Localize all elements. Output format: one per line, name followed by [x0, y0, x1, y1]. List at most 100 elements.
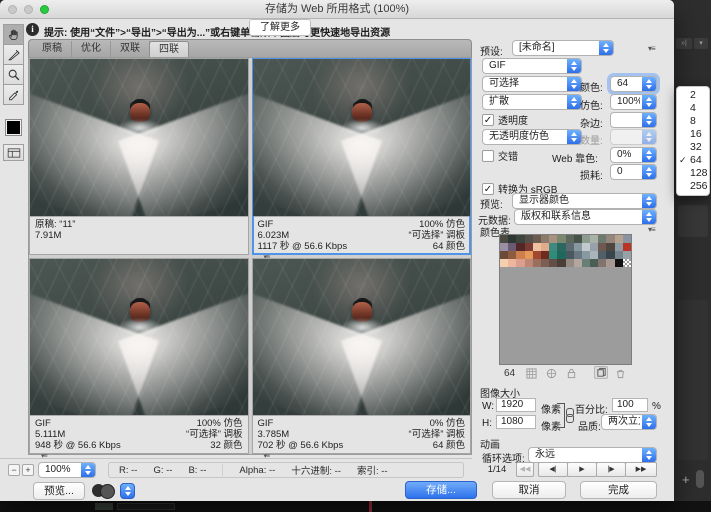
- color-swatch[interactable]: [557, 259, 565, 267]
- color-swatch[interactable]: [574, 235, 582, 243]
- browser-icon[interactable]: [92, 483, 116, 498]
- foreground-color-swatch[interactable]: [5, 119, 22, 136]
- color-swatch[interactable]: [541, 259, 549, 267]
- color-swatch[interactable]: [623, 251, 631, 259]
- color-swatch[interactable]: [615, 243, 623, 251]
- preview-optimized-pane-3[interactable]: GIF 3.785M 702 秒 @ 56.6 Kbps▾≡ 0% 仿色 “可选…: [252, 258, 472, 455]
- color-swatch[interactable]: [615, 251, 623, 259]
- collapsed-panel[interactable]: [678, 205, 708, 237]
- tab-4up[interactable]: 四联: [149, 41, 189, 57]
- color-swatch[interactable]: [549, 259, 557, 267]
- color-swatch[interactable]: [533, 243, 541, 251]
- hand-tool-button[interactable]: [3, 24, 24, 45]
- color-swatch[interactable]: [598, 235, 606, 243]
- metadata-select[interactable]: 版权和联系信息: [514, 209, 657, 225]
- panel-menu-tab-icon[interactable]: ▾: [694, 38, 708, 49]
- next-frame-button[interactable]: |▶: [596, 462, 626, 477]
- color-swatch[interactable]: [516, 259, 524, 267]
- zoom-window-button[interactable]: [40, 5, 49, 14]
- web-snap-select[interactable]: 0%: [610, 147, 657, 163]
- last-frame-button[interactable]: ▶▶: [625, 462, 657, 477]
- tab-optimized[interactable]: 优化: [72, 41, 111, 57]
- preview-in-browser-button[interactable]: 预览...: [33, 482, 85, 500]
- color-swatch[interactable]: [500, 259, 508, 267]
- preview-select[interactable]: 显示器颜色: [512, 193, 657, 209]
- first-frame-button[interactable]: ◀◀: [516, 462, 534, 477]
- color-swatch[interactable]: [516, 235, 524, 243]
- percent-input[interactable]: 100: [612, 398, 648, 412]
- websafe-cube-icon[interactable]: [544, 367, 558, 380]
- color-swatch[interactable]: [566, 251, 574, 259]
- color-swatch[interactable]: [516, 243, 524, 251]
- height-input[interactable]: 1080: [496, 415, 536, 429]
- color-swatch[interactable]: [508, 235, 516, 243]
- color-swatch[interactable]: [582, 235, 590, 243]
- panel-collapse-icon[interactable]: »|: [676, 38, 692, 49]
- previous-frame-button[interactable]: ◀|: [538, 462, 568, 477]
- color-swatch[interactable]: [574, 259, 582, 267]
- color-swatch[interactable]: [525, 235, 533, 243]
- cancel-button[interactable]: 取消: [492, 481, 566, 499]
- dither-method-select[interactable]: 扩散: [482, 94, 582, 110]
- color-swatch[interactable]: [549, 235, 557, 243]
- preview-optimized-pane-2[interactable]: GIF 5.111M 948 秒 @ 56.6 Kbps▾≡ 100% 仿色 “…: [29, 258, 249, 455]
- preset-menu-icon[interactable]: ▾≡: [648, 44, 655, 53]
- color-swatch[interactable]: [574, 243, 582, 251]
- color-table-menu-icon[interactable]: ▾≡: [648, 225, 655, 234]
- colors-option-32[interactable]: 32: [677, 141, 709, 154]
- zoom-out-button[interactable]: −: [8, 464, 20, 476]
- colors-option-8[interactable]: 8: [677, 115, 709, 128]
- color-swatch[interactable]: [533, 259, 541, 267]
- color-swatch[interactable]: [525, 259, 533, 267]
- close-window-button[interactable]: [8, 5, 17, 14]
- preset-select[interactable]: [未命名]: [512, 40, 614, 56]
- link-dimensions-icon[interactable]: [566, 408, 573, 422]
- color-swatch[interactable]: [615, 259, 623, 267]
- color-swatch[interactable]: [533, 235, 541, 243]
- color-swatch[interactable]: [549, 243, 557, 251]
- width-input[interactable]: 1920: [496, 398, 536, 412]
- play-button[interactable]: ▶: [567, 462, 597, 477]
- color-swatch[interactable]: [582, 251, 590, 259]
- color-swatch[interactable]: [623, 259, 631, 267]
- scroll-handle[interactable]: [696, 470, 704, 488]
- interlaced-checkbox[interactable]: 交错: [482, 148, 518, 163]
- matte-select[interactable]: [610, 112, 657, 128]
- new-color-icon[interactable]: [594, 366, 608, 379]
- color-swatch[interactable]: [615, 235, 623, 243]
- color-swatch[interactable]: [557, 235, 565, 243]
- learn-more-button[interactable]: 了解更多: [249, 19, 311, 36]
- preview-original-pane[interactable]: 原稿: “11” 7.91M: [29, 58, 249, 255]
- eyedropper-tool-button[interactable]: [3, 84, 24, 105]
- color-swatch[interactable]: [623, 235, 631, 243]
- collapsed-panel[interactable]: [678, 300, 708, 460]
- tab-2up[interactable]: 双联: [111, 41, 150, 57]
- color-swatch[interactable]: [500, 235, 508, 243]
- color-swatch[interactable]: [533, 251, 541, 259]
- color-swatch[interactable]: [566, 235, 574, 243]
- color-swatch[interactable]: [606, 235, 614, 243]
- color-swatch[interactable]: [598, 243, 606, 251]
- colors-option-4[interactable]: 4: [677, 102, 709, 115]
- color-swatch[interactable]: [508, 251, 516, 259]
- color-swatch[interactable]: [590, 235, 598, 243]
- color-swatch[interactable]: [541, 243, 549, 251]
- transparency-checkbox[interactable]: ✓透明度: [482, 112, 528, 127]
- browser-select-stepper[interactable]: [120, 483, 135, 499]
- color-swatch[interactable]: [598, 259, 606, 267]
- color-swatch[interactable]: [557, 243, 565, 251]
- color-swatch[interactable]: [590, 259, 598, 267]
- color-swatch[interactable]: [541, 235, 549, 243]
- color-swatch[interactable]: [590, 243, 598, 251]
- color-swatch[interactable]: [623, 243, 631, 251]
- zoom-tool-button[interactable]: [3, 64, 24, 85]
- snap-swatch-icon[interactable]: [524, 367, 538, 380]
- color-swatch[interactable]: [500, 243, 508, 251]
- color-swatch[interactable]: [606, 251, 614, 259]
- format-select[interactable]: GIF: [482, 58, 582, 74]
- delete-color-icon[interactable]: [613, 367, 627, 380]
- plus-icon[interactable]: +: [682, 472, 690, 487]
- colors-select[interactable]: 64: [610, 76, 657, 92]
- zoom-level-select[interactable]: 100%: [38, 462, 96, 478]
- color-swatch[interactable]: [606, 259, 614, 267]
